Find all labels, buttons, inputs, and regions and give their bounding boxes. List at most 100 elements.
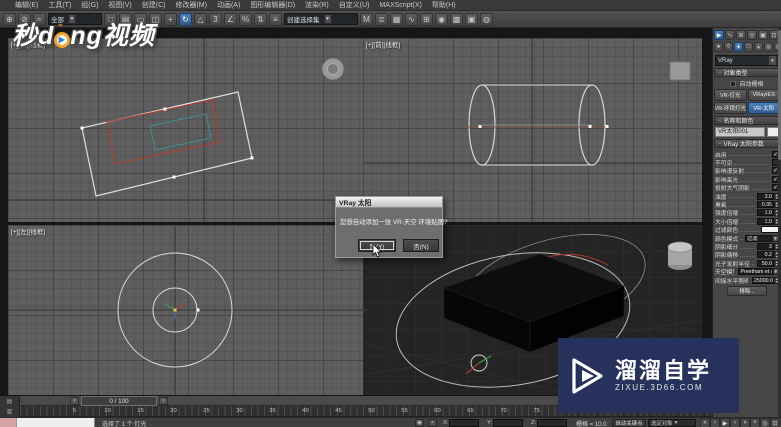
next-frame-button[interactable]: › [159,397,168,405]
front-viewport-canvas[interactable] [363,38,702,222]
autogrid-checkbox[interactable] [730,80,737,87]
toolbar-icon[interactable]: ⇅ [254,12,267,26]
command-panel-tab[interactable]: ≣ [736,30,746,40]
light-type-button[interactable]: VR-太阳 [747,102,780,114]
toolbar-icon[interactable]: ▣ [465,12,478,26]
vertex-handle[interactable] [605,125,609,128]
command-panel-tab[interactable]: ◎ [747,30,757,40]
vertex-handle[interactable] [196,308,200,312]
named-selection-dropdown[interactable]: 创建选择集 ▼ [284,13,358,25]
chevron-down-icon[interactable]: ▼ [769,56,776,65]
y-coordinate-field[interactable] [493,419,524,427]
vertex-handle[interactable] [172,175,176,179]
menu-item[interactable]: 动画(A) [212,0,245,10]
selection-lock-icon[interactable]: ▪ [428,419,437,427]
x-coordinate-field[interactable] [449,419,480,427]
left-viewport[interactable]: [+][左][线框] [8,225,368,395]
toolbar-icon[interactable]: ⊞ [420,12,433,26]
param-value[interactable]: 50.0 [757,259,774,267]
toolbar-icon[interactable]: 3 [209,12,222,26]
light-type-dropdown[interactable]: VRay ▼ [715,55,779,66]
toolbar-icon[interactable]: ▦ [390,12,403,26]
name-color-rollout[interactable]: − 名称和颜色 [714,116,780,125]
top-viewport[interactable]: [+][顶][线框] [8,38,368,222]
menu-item[interactable]: 创建(C) [137,0,171,10]
light-type-button[interactable]: VR-环境灯光 [714,102,747,114]
front-viewport[interactable]: [+][前][线框] [363,38,702,222]
autogrid-row[interactable]: 自动栅格 [714,79,780,88]
dialog-title-bar[interactable]: VRay 太阳 [336,197,442,208]
category-icon[interactable]: ◊ [724,42,733,52]
category-icon[interactable]: ● [714,42,723,52]
param-value[interactable]: 3 [757,242,774,250]
vertex-handle[interactable] [478,125,482,128]
auto-key-button[interactable]: 自动关键点 [612,419,646,427]
playback-button[interactable]: » [740,418,750,427]
menu-item[interactable]: 工具(T) [43,0,76,10]
maxscript-listener-input[interactable] [0,418,17,427]
playback-button[interactable]: + [750,418,760,427]
viewport-label[interactable]: [+][前][线框] [366,39,400,49]
toolbar-icon[interactable]: ▩ [450,12,463,26]
command-panel-tab[interactable]: ▶ [714,30,724,40]
playback-button[interactable]: › [730,418,740,427]
vertex-handle[interactable] [250,156,254,160]
sun-params-rollout[interactable]: − VRay 太阳参数 [714,139,780,148]
light-type-button[interactable]: VRayIES [747,89,780,101]
toolbar-icon[interactable]: ∠ [224,12,237,26]
param-value[interactable] [761,226,779,234]
param-value[interactable]: 1.0 [757,209,774,217]
menu-item[interactable]: MAXScript(X) [374,2,426,9]
playback-button[interactable]: ▶ [720,418,730,427]
param-value[interactable]: 0.2 [757,251,774,259]
maxscript-listener-output[interactable] [17,418,95,427]
time-slider-thumb[interactable]: 0 / 100 [81,396,157,406]
playback-button[interactable]: « [700,418,710,427]
z-coordinate-field[interactable] [537,419,568,427]
category-icon[interactable]: □ [744,42,753,52]
top-viewport-canvas[interactable] [8,38,368,222]
vertex-handle[interactable] [80,126,84,130]
object-type-rollout[interactable]: − 对象类型 [714,68,780,77]
playback-button[interactable]: ◎ [760,418,770,427]
vertex-handle[interactable] [588,125,592,128]
cylinder-object-front-view[interactable] [669,61,691,81]
gizmo-center-handle[interactable] [173,308,177,312]
toolbar-icon[interactable]: % [239,12,252,26]
menu-item[interactable]: 图形编辑器(D) [245,0,300,10]
key-filter-dropdown[interactable]: 选定对象 ▾ [648,419,696,427]
left-viewport-canvas[interactable] [8,225,368,395]
toolbar-icon[interactable]: ∿ [405,12,418,26]
menu-item[interactable]: 组(G) [76,0,103,10]
open-mini-curve-editor-icon[interactable]: ▤ [7,398,13,405]
toolbar-icon[interactable]: ↻ [179,12,192,26]
toolbar-icon[interactable]: ◍ [480,12,493,26]
viewport-label[interactable]: [+][左][线框] [11,226,45,236]
toolbar-icon[interactable]: ≡ [269,12,282,26]
param-value[interactable]: 1.0 [757,217,774,225]
toolbar-icon[interactable]: ≣ [375,12,388,26]
param-value[interactable]: 3.0 [757,192,774,200]
isolate-selection-icon[interactable]: ◉ [415,419,424,427]
param-value[interactable]: Preetham et al. [738,268,773,276]
category-icon[interactable]: ☀ [734,42,743,52]
object-name-field[interactable]: VR太阳001 [715,127,765,137]
toolbar-icon[interactable]: M [360,12,373,26]
menu-item[interactable]: 视图(V) [103,0,136,10]
category-icon[interactable]: ≋ [764,42,773,52]
exclude-button[interactable]: 排除... [727,286,767,297]
param-value[interactable]: 0.35 [757,201,774,209]
menu-item[interactable]: 帮助(H) [427,0,461,10]
command-panel-tab[interactable]: ▣ [758,30,768,40]
param-value[interactable]: 25000.0 [751,276,774,284]
vertex-handle[interactable] [163,107,167,111]
menu-item[interactable]: 自定义(U) [334,0,375,10]
track-toggle-icon[interactable]: ▥ [7,408,13,415]
toolbar-icon[interactable]: + [164,12,177,26]
menu-item[interactable]: 编辑(E) [10,0,43,10]
toolbar-icon[interactable]: △ [194,12,207,26]
light-type-button[interactable]: VR-灯光 [714,89,747,101]
playback-button[interactable]: ‹ [710,418,720,427]
chevron-down-icon[interactable]: ▼ [323,14,332,24]
no-button[interactable]: 否(N) [403,239,439,252]
